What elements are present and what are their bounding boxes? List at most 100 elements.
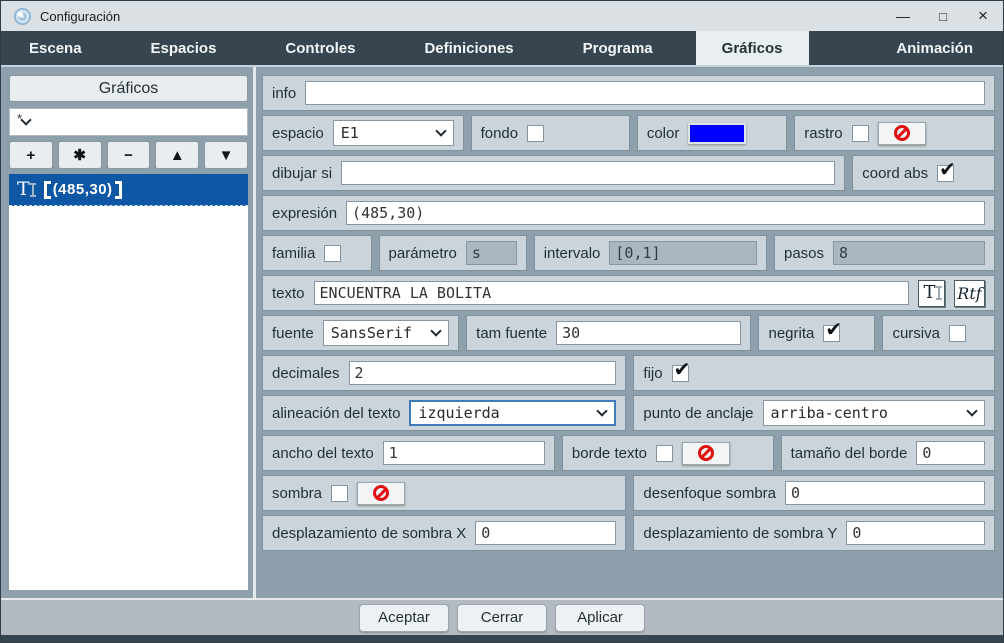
- parametro-input: [466, 241, 517, 265]
- cursiva-checkbox[interactable]: [949, 325, 966, 342]
- negrita-group: negrita ✔: [758, 315, 875, 351]
- tab-definiciones[interactable]: Definiciones: [398, 31, 539, 65]
- chevron-down-icon: [435, 125, 446, 136]
- graphic-properties-form: info espacio E1 fondo col: [253, 67, 1003, 598]
- maximize-button[interactable]: □: [923, 1, 963, 31]
- despl-x-group: desplazamiento de sombra X: [262, 515, 626, 551]
- cursiva-group: cursiva: [882, 315, 995, 351]
- fijo-checkbox[interactable]: ✔: [672, 365, 689, 382]
- minimize-button[interactable]: —: [883, 1, 923, 31]
- pasos-label: pasos: [784, 245, 824, 262]
- espacio-label: espacio: [272, 125, 324, 142]
- decimales-input[interactable]: [349, 361, 617, 385]
- fondo-checkbox[interactable]: [527, 125, 544, 142]
- alineacion-select[interactable]: izquierda: [409, 400, 616, 426]
- tabbar: Escena Espacios Controles Definiciones P…: [1, 31, 1003, 67]
- despl-x-input[interactable]: [475, 521, 616, 545]
- sidebar-header: Gráficos: [9, 75, 248, 102]
- color-group: color: [637, 115, 787, 151]
- expresion-group: expresión: [262, 195, 995, 231]
- intervalo-group: intervalo: [534, 235, 767, 271]
- ancho-texto-input[interactable]: [383, 441, 545, 465]
- move-up-button[interactable]: ▲: [155, 141, 199, 169]
- rtf-button[interactable]: Rtf: [954, 280, 985, 307]
- remove-button[interactable]: −: [107, 141, 151, 169]
- texto-input[interactable]: [314, 281, 909, 305]
- rastro-color-button[interactable]: [878, 122, 926, 145]
- rastro-group: rastro: [794, 115, 995, 151]
- checkmark: ✔: [939, 159, 956, 179]
- alineacion-group: alineación del texto izquierda: [262, 395, 626, 431]
- borde-texto-group: borde texto: [562, 435, 774, 471]
- alineacion-label: alineación del texto: [272, 405, 400, 422]
- despl-y-input[interactable]: [846, 521, 985, 545]
- duplicate-button[interactable]: ✱: [58, 141, 102, 169]
- dibujar-si-input[interactable]: [341, 161, 835, 185]
- sombra-label: sombra: [272, 485, 322, 502]
- despl-y-group: desplazamiento de sombra Y: [633, 515, 995, 551]
- color-label: color: [647, 125, 680, 142]
- list-item-label: (485,30): [53, 181, 113, 198]
- graphics-list: T (485,30): [9, 174, 248, 590]
- tamano-borde-input[interactable]: [916, 441, 985, 465]
- tamano-borde-label: tamaño del borde: [791, 445, 908, 462]
- dibujar-si-group: dibujar si: [262, 155, 845, 191]
- sombra-checkbox[interactable]: [331, 485, 348, 502]
- familia-group: familia: [262, 235, 372, 271]
- tab-graficos[interactable]: Gráficos: [696, 31, 809, 65]
- aceptar-button[interactable]: Aceptar: [359, 604, 449, 632]
- fijo-group: fijo ✔: [633, 355, 995, 391]
- despl-x-label: desplazamiento de sombra X: [272, 525, 466, 542]
- tab-controles[interactable]: Controles: [259, 31, 381, 65]
- espacio-select[interactable]: E1: [333, 120, 454, 146]
- chevron-down-icon: [597, 405, 608, 416]
- fuente-label: fuente: [272, 325, 314, 342]
- graphics-filter-select[interactable]: *: [9, 108, 248, 136]
- tam-fuente-input[interactable]: [556, 321, 741, 345]
- anclaje-select[interactable]: arriba-centro: [763, 400, 986, 426]
- color-swatch-button[interactable]: [688, 123, 746, 144]
- borde-color-button[interactable]: [682, 442, 730, 465]
- text-tool-icon: T: [923, 284, 935, 302]
- tab-animacion[interactable]: Animación: [870, 31, 999, 65]
- sombra-color-button[interactable]: [357, 482, 405, 505]
- texto-group: texto T Rtf: [262, 275, 995, 311]
- window-controls: — □ ×: [883, 1, 1003, 31]
- text-graphic-icon: T: [17, 180, 30, 199]
- borde-texto-label: borde texto: [572, 445, 647, 462]
- negrita-checkbox[interactable]: ✔: [823, 325, 840, 342]
- expresion-input[interactable]: [346, 201, 985, 225]
- move-down-button[interactable]: ▼: [204, 141, 248, 169]
- cerrar-button[interactable]: Cerrar: [457, 604, 547, 632]
- parametro-label: parámetro: [389, 245, 457, 262]
- add-button[interactable]: +: [9, 141, 53, 169]
- right-bracket-icon: [115, 181, 122, 199]
- familia-label: familia: [272, 245, 315, 262]
- tab-programa[interactable]: Programa: [557, 31, 679, 65]
- plain-text-button[interactable]: T: [918, 280, 945, 307]
- intervalo-label: intervalo: [544, 245, 601, 262]
- desenfoque-input[interactable]: [785, 481, 985, 505]
- chevron-down-icon: [966, 405, 977, 416]
- graphics-sidebar: Gráficos * + ✱ − ▲ ▼ T (485,30): [1, 67, 253, 598]
- fuente-value: SansSerif: [331, 324, 412, 342]
- chevron-down-icon: [431, 325, 442, 336]
- negrita-label: negrita: [768, 325, 814, 342]
- forbidden-icon: [698, 445, 714, 461]
- forbidden-icon: [894, 125, 910, 141]
- aplicar-button[interactable]: Aplicar: [555, 604, 645, 632]
- coord-abs-checkbox[interactable]: ✔: [937, 165, 954, 182]
- anclaje-group: punto de anclaje arriba-centro: [633, 395, 995, 431]
- borde-texto-checkbox[interactable]: [656, 445, 673, 462]
- rastro-checkbox[interactable]: [852, 125, 869, 142]
- tab-espacios[interactable]: Espacios: [125, 31, 243, 65]
- rastro-label: rastro: [804, 125, 842, 142]
- list-item[interactable]: T (485,30): [9, 174, 248, 206]
- close-button[interactable]: ×: [963, 1, 1003, 31]
- pasos-input: [833, 241, 985, 265]
- familia-checkbox[interactable]: [324, 245, 341, 262]
- fuente-select[interactable]: SansSerif: [323, 320, 449, 346]
- dibujar-si-label: dibujar si: [272, 165, 332, 182]
- info-input[interactable]: [305, 81, 985, 105]
- tab-escena[interactable]: Escena: [3, 31, 108, 65]
